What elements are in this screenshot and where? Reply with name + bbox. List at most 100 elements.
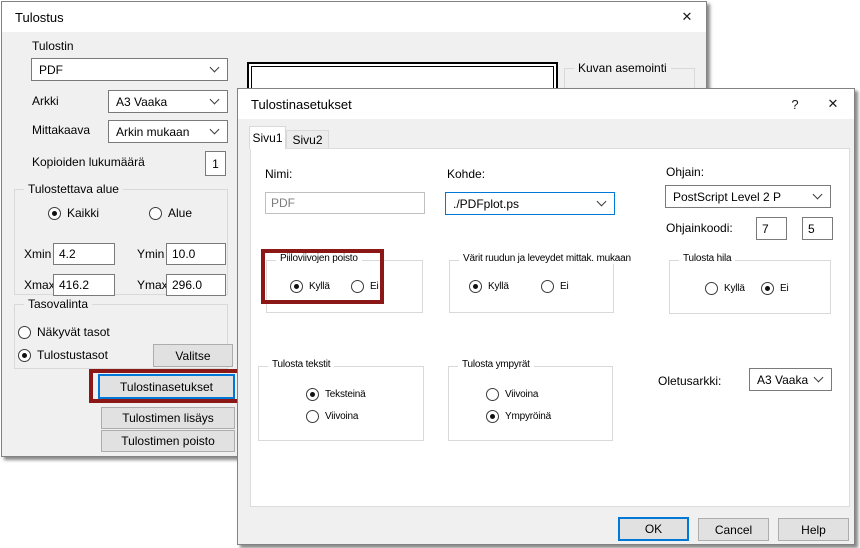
radio-circles-as-lines-label: Viivoina [505,389,538,400]
radio-colors-yes[interactable]: Kyllä [469,280,509,293]
print-dialog-title: Tulostus [15,10,64,25]
remove-printer-button[interactable]: Tulostimen poisto [101,430,235,452]
add-printer-button[interactable]: Tulostimen lisäys [101,407,235,429]
print-texts-group: Tulosta tekstit [258,366,424,441]
radio-icon [306,410,319,423]
radio-area[interactable]: Alue [149,206,192,220]
radio-hidden-lines-yes-label: Kyllä [309,281,330,292]
tab-sivu1[interactable]: Sivu1 [249,126,286,149]
radio-area-label: Alue [168,206,192,220]
scale-value: Arkin mukaan [109,125,207,139]
print-grid-group: Tulosta hila [669,260,831,314]
chevron-down-icon [814,373,824,383]
sheet-value: A3 Vaaka [109,95,207,109]
print-circles-group: Tulosta ympyrät [448,366,613,441]
image-placement-group-label: Kuvan asemointi [574,61,671,75]
radio-icon [541,280,554,293]
settings-title: Tulostinasetukset [251,97,352,112]
driver-code-label: Ohjainkoodi: [666,221,733,235]
colors-group-label: Värit ruudun ja leveydet mittak. mukaan [459,253,635,264]
layer-select-group-label: Tasovalinta [24,297,92,311]
printer-settings-dialog: Tulostinasetukset ? ✕ Sivu1 Sivu2 Nimi: … [237,88,855,545]
radio-hidden-lines-yes[interactable]: Kyllä [290,280,330,293]
target-select[interactable]: ./PDFplot.ps [445,192,615,215]
default-sheet-select[interactable]: A3 Vaaka [749,368,832,391]
radio-texts-as-lines-label: Viivoina [325,411,358,422]
scale-label: Mittakaava [32,123,90,137]
radio-icon [306,388,319,401]
radio-hidden-lines-no-label: Ei [370,281,379,292]
help-button[interactable]: Help [778,518,849,541]
radio-icon [486,388,499,401]
print-circles-group-label: Tulosta ympyrät [458,359,534,370]
radio-icon [469,280,482,293]
chevron-down-icon [813,190,823,200]
radio-icon [18,326,31,339]
target-label: Kohde: [447,167,485,181]
radio-icon [18,349,31,362]
print-area-group-label: Tulostettava alue [24,182,123,196]
radio-texts-as-lines[interactable]: Viivoina [306,410,358,423]
close-icon[interactable]: ✕ [822,89,844,119]
radio-all[interactable]: Kaikki [48,206,99,220]
radio-texts-as-text[interactable]: Teksteinä [306,388,365,401]
chevron-down-icon [210,63,220,73]
ymax-input[interactable] [166,274,226,296]
radio-icon [761,282,774,295]
tab-sivu2[interactable]: Sivu2 [286,130,329,149]
ok-button[interactable]: OK [618,517,689,541]
target-value: ./PDFplot.ps [446,197,594,211]
xmin-label: Xmin [24,247,51,261]
cancel-button[interactable]: Cancel [698,518,769,541]
help-icon[interactable]: ? [784,89,806,119]
chevron-down-icon [597,197,607,207]
radio-grid-yes[interactable]: Kyllä [705,282,745,295]
chevron-down-icon [210,125,220,135]
sheet-select[interactable]: A3 Vaaka [108,90,228,113]
radio-grid-no[interactable]: Ei [761,282,789,295]
radio-circles-as-circles[interactable]: Ympyröinä [486,410,551,423]
default-sheet-label: Oletusarkki: [658,374,721,388]
radio-grid-yes-label: Kyllä [724,283,745,294]
radio-visible-layers[interactable]: Näkyvät tasot [18,325,110,339]
radio-grid-no-label: Ei [780,283,789,294]
driver-code-1-input[interactable] [756,217,787,240]
radio-circles-as-circles-label: Ympyröinä [505,411,551,422]
radio-visible-layers-label: Näkyvät tasot [37,325,110,339]
radio-icon [290,280,303,293]
radio-hidden-lines-no[interactable]: Ei [351,280,379,293]
radio-texts-as-text-label: Teksteinä [325,389,365,400]
radio-colors-yes-label: Kyllä [488,281,509,292]
driver-label: Ohjain: [666,165,704,179]
radio-circles-as-lines[interactable]: Viivoina [486,388,538,401]
radio-icon [486,410,499,423]
close-icon[interactable]: ✕ [676,2,698,32]
default-sheet-value: A3 Vaaka [750,373,811,387]
settings-titlebar: Tulostinasetukset ? ✕ [238,89,854,119]
ymin-input[interactable] [166,243,226,265]
xmin-input[interactable] [53,243,115,265]
printer-select[interactable]: PDF [31,58,228,81]
radio-icon [705,282,718,295]
name-label: Nimi: [265,167,292,181]
radio-print-layers-label: Tulostustasot [37,348,108,362]
chevron-down-icon [210,95,220,105]
driver-value: PostScript Level 2 P [666,190,810,204]
print-dialog-titlebar: Tulostus ✕ [2,2,706,32]
radio-all-label: Kaikki [67,206,99,220]
print-texts-group-label: Tulosta tekstit [268,359,334,370]
printer-label: Tulostin [32,39,74,53]
printer-settings-button[interactable]: Tulostinasetukset [98,374,235,399]
driver-select[interactable]: PostScript Level 2 P [665,185,831,208]
copies-label: Kopioiden lukumäärä [32,155,145,169]
driver-code-2-input[interactable] [802,217,833,240]
copies-input[interactable] [205,151,226,176]
xmax-label: Xmax [24,278,55,292]
xmax-input[interactable] [53,274,115,296]
sheet-label: Arkki [32,94,59,108]
radio-print-layers[interactable]: Tulostustasot [18,348,108,362]
hidden-lines-group-label: Piiloviivojen poisto [276,253,362,264]
select-layers-button[interactable]: Valitse [153,344,233,367]
scale-select[interactable]: Arkin mukaan [108,120,228,143]
radio-colors-no[interactable]: Ei [541,280,569,293]
